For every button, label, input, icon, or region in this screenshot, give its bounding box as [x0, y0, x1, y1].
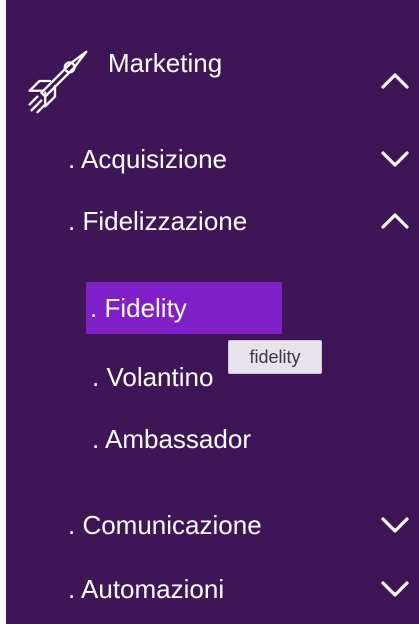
chevron-up-icon[interactable] [381, 212, 409, 230]
submenu-item-label: . Fidelity [90, 293, 187, 323]
rocket-icon [28, 50, 88, 114]
submenu-item-label: . Ambassador [92, 424, 251, 454]
submenu-item-label: . Volantino [92, 362, 214, 392]
menu-item-label: . Automazioni [68, 574, 225, 604]
chevron-up-icon[interactable] [381, 72, 409, 90]
menu-item-label: . Comunicazione [68, 510, 262, 540]
submenu-item-volantino[interactable]: . Volantino [6, 358, 419, 394]
tooltip-fidelity: fidelity [228, 340, 322, 374]
menu-item-comunicazione[interactable]: . Comunicazione [6, 506, 419, 542]
menu-item-label: . Acquisizione [68, 144, 227, 174]
submenu-item-fidelity[interactable]: . Fidelity [86, 282, 282, 334]
submenu-item-ambassador[interactable]: . Ambassador [6, 420, 419, 456]
chevron-down-icon[interactable] [381, 150, 409, 168]
sidebar-panel: Marketing . Acquisizione . Fidelizzazion… [6, 0, 419, 624]
menu-title: Marketing [108, 48, 223, 78]
menu-item-label: . Fidelizzazione [68, 206, 248, 236]
chevron-down-icon[interactable] [381, 580, 409, 598]
menu-item-automazioni[interactable]: . Automazioni [6, 570, 419, 606]
menu-item-acquisizione[interactable]: . Acquisizione [6, 140, 419, 176]
menu-item-fidelizzazione[interactable]: . Fidelizzazione [6, 202, 419, 238]
chevron-down-icon[interactable] [381, 516, 409, 534]
menu-header[interactable]: Marketing [6, 20, 419, 114]
